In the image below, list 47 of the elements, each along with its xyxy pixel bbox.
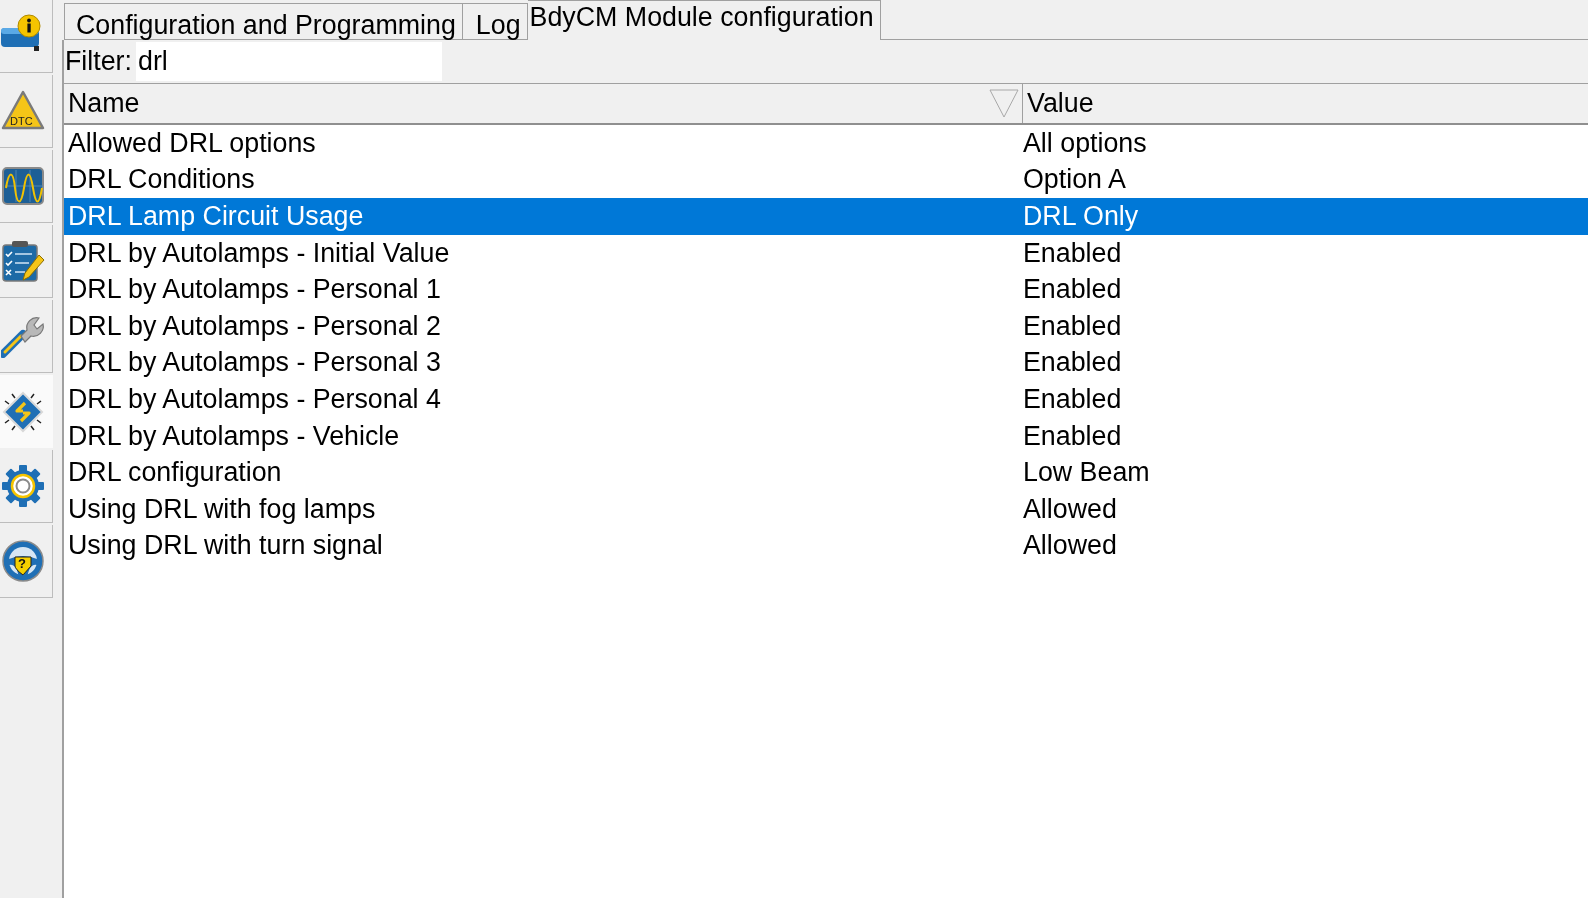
table-cell: Enabled <box>1023 239 1122 267</box>
table-cell-text: DRL by Autolamps - Vehicle <box>67 422 400 450</box>
table-cell: All options <box>1023 129 1147 157</box>
table-cell: Enabled <box>1023 349 1122 377</box>
sort-indicator-icon <box>989 88 1019 118</box>
wrench-icon <box>1 314 45 358</box>
column-header[interactable]: Name <box>64 84 1023 123</box>
table-cell: Low Beam <box>1023 459 1150 487</box>
table-cell-text: DRL Conditions <box>67 166 255 194</box>
sidebar-button[interactable] <box>0 375 53 448</box>
sidebar-button[interactable]: ? <box>0 525 53 598</box>
chip-icon <box>1 389 45 434</box>
table-cell: DRL Only <box>1023 203 1139 230</box>
tab[interactable]: BdyCM Module configuration <box>527 0 881 40</box>
sidebar-button[interactable] <box>0 225 53 298</box>
table-cell-text: DRL by Autolamps - Initial Value <box>67 239 450 267</box>
checklist-icon <box>1 239 45 283</box>
filter-input[interactable]: drl <box>136 42 442 81</box>
table-cell: Enabled <box>1023 276 1122 304</box>
gear-icon <box>1 464 45 508</box>
table-cell: Allowed <box>1023 532 1117 560</box>
table-cell: Enabled <box>1023 312 1122 340</box>
sidebar-button[interactable] <box>0 150 53 223</box>
sidebar-button[interactable] <box>0 300 53 373</box>
table-cell-text: Using DRL with turn signal <box>67 532 383 560</box>
table-row[interactable]: DRL Lamp Circuit Usage DRL Only <box>64 198 1588 235</box>
sidebar-button[interactable]: DTC <box>0 75 53 148</box>
tab[interactable]: Log <box>462 3 528 40</box>
table-cell: Enabled <box>1023 386 1122 413</box>
table-cell-text: Allowed DRL options <box>67 129 316 157</box>
table-cell: Option A <box>1023 166 1126 194</box>
steering-wheel-icon <box>1 539 45 583</box>
table-cell-text: DRL configuration <box>67 459 282 487</box>
table-cell: Allowed <box>1023 495 1117 523</box>
table-cell-text: DRL by Autolamps - Personal 2 <box>67 312 441 340</box>
table-cell-text: DRL by Autolamps - Personal 4 <box>67 386 441 413</box>
table-cell-text: DRL by Autolamps - Personal 3 <box>67 349 441 377</box>
table-cell: Enabled <box>1023 422 1122 450</box>
table-cell-text: DRL Lamp Circuit Usage <box>67 203 364 230</box>
sidebar-button[interactable] <box>0 450 53 523</box>
column-header[interactable]: Value <box>1023 84 1588 123</box>
table-cell-text: DRL by Autolamps - Personal 1 <box>67 276 441 304</box>
table-cell-text: Using DRL with fog lamps <box>67 495 376 523</box>
sidebar-button[interactable] <box>0 0 53 73</box>
oscilloscope-icon <box>1 164 45 208</box>
tab[interactable]: Configuration and Programming <box>64 3 463 40</box>
filter-label: Filter: <box>65 48 132 75</box>
